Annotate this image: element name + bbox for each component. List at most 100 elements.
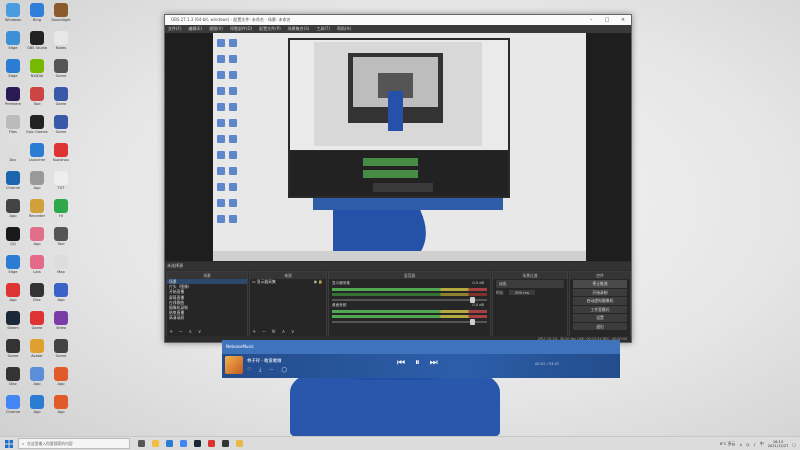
desktop-icon[interactable]: Premiere bbox=[1, 87, 25, 115]
desktop-icon[interactable]: Map bbox=[49, 255, 73, 283]
menu-help[interactable]: 帮助(H) bbox=[337, 26, 351, 32]
close-button[interactable]: × bbox=[615, 17, 631, 23]
desktop-icon[interactable]: Notes bbox=[49, 31, 73, 59]
menu-docks[interactable]: 停靠部件(D) bbox=[230, 26, 252, 32]
album-cover[interactable] bbox=[225, 356, 243, 374]
taskbar-steam-icon[interactable] bbox=[190, 437, 204, 450]
taskbar-search-box[interactable]: ⌕ 在这里输入你要搜索的内容 bbox=[18, 438, 130, 449]
notification-icon[interactable]: ▢ bbox=[792, 442, 796, 447]
desktop-icon[interactable]: Chrome bbox=[1, 171, 25, 199]
desktop-icon-label: Files bbox=[9, 130, 17, 134]
desktop-icon[interactable]: Disc bbox=[1, 367, 25, 395]
source-toolbar[interactable]: + − ⚙ ∧ ∨ bbox=[252, 329, 297, 335]
menu-profile[interactable]: 配置文件(P) bbox=[259, 26, 281, 32]
desktop-icon[interactable]: Game bbox=[1, 339, 25, 367]
studio-mode-button[interactable]: 工作室模式 bbox=[573, 305, 627, 313]
stop-streaming-button[interactable]: 停止推流 bbox=[573, 280, 627, 288]
desktop-icon[interactable]: Doc bbox=[1, 143, 25, 171]
taskbar-folder-icon[interactable] bbox=[232, 437, 246, 450]
desktop-icon[interactable]: Steam bbox=[1, 311, 25, 339]
desktop-icon[interactable]: Hi bbox=[49, 199, 73, 227]
song-title[interactable]: 林子祥 - 敢爱敢做 bbox=[247, 358, 281, 364]
desktop-icon[interactable]: Game bbox=[49, 339, 73, 367]
menu-view[interactable]: 视图(V) bbox=[209, 26, 223, 32]
menu-file[interactable]: 文件(F) bbox=[168, 26, 181, 32]
taskbar-netease-icon[interactable] bbox=[204, 437, 218, 450]
start-recording-button[interactable]: 开始录制 bbox=[573, 288, 627, 296]
taskbar-task-view-icon[interactable] bbox=[134, 437, 148, 450]
desktop-icon[interactable]: Bing bbox=[25, 3, 49, 31]
network-icon[interactable]: ⌬ bbox=[746, 442, 749, 447]
clock[interactable]: 16:13 2021/12/27 bbox=[768, 440, 789, 449]
next-icon[interactable]: ⏭ bbox=[430, 358, 448, 368]
desktop-icon[interactable]: Soundlight bbox=[49, 3, 73, 31]
maximize-button[interactable]: □ bbox=[599, 17, 615, 23]
desktop-icon-label: Edge bbox=[8, 74, 18, 78]
desktop-icon[interactable]: Edge bbox=[1, 59, 25, 87]
volume-icon[interactable]: ♪ bbox=[753, 442, 755, 447]
menu-tools[interactable]: 工具(T) bbox=[316, 26, 330, 32]
virtual-camera-button[interactable]: 启动虚拟摄像机 bbox=[573, 297, 627, 305]
taskbar-chrome-icon[interactable] bbox=[176, 437, 190, 450]
desktop-icon[interactable]: Game bbox=[49, 87, 73, 115]
desktop-icon-label: App bbox=[9, 298, 17, 302]
minimize-button[interactable]: – bbox=[583, 17, 599, 23]
volume-slider[interactable] bbox=[332, 319, 487, 325]
desktop-icon[interactable]: NVIDIA bbox=[25, 59, 49, 87]
desktop-icon[interactable]: App bbox=[25, 227, 49, 255]
desktop-icon[interactable]: App bbox=[49, 395, 73, 423]
desktop-icon[interactable]: App bbox=[25, 395, 49, 423]
desktop-icon[interactable]: Kuaishou bbox=[49, 143, 73, 171]
desktop-icon[interactable]: App bbox=[25, 367, 49, 395]
desktop-icon[interactable]: Video bbox=[49, 311, 73, 339]
desktop-icon[interactable]: App bbox=[49, 283, 73, 311]
desktop-icon[interactable]: Lala bbox=[25, 255, 49, 283]
start-button[interactable] bbox=[0, 437, 18, 450]
taskbar-obs-icon[interactable] bbox=[218, 437, 232, 450]
taskbar-edge-icon[interactable] bbox=[162, 437, 176, 450]
pause-icon[interactable]: ⏸ bbox=[415, 358, 430, 368]
exit-button[interactable]: 退出 bbox=[573, 322, 627, 330]
desktop-icon[interactable]: Game bbox=[49, 59, 73, 87]
desktop-icon[interactable]: QQ bbox=[1, 227, 25, 255]
scene-item[interactable]: 高清录屏 bbox=[167, 315, 247, 320]
weather-text[interactable]: 8°C 多云 bbox=[720, 441, 736, 447]
settings-button[interactable]: 设置 bbox=[573, 314, 627, 322]
desktop-icon[interactable]: App bbox=[1, 199, 25, 227]
transition-select[interactable]: 淡出 bbox=[496, 280, 564, 288]
desktop-icon[interactable]: App bbox=[49, 367, 73, 395]
desktop-icon[interactable]: Game bbox=[49, 115, 73, 143]
desktop-icon[interactable]: Tool bbox=[49, 227, 73, 255]
duration-input[interactable]: 300 ms bbox=[508, 289, 535, 295]
desktop-icon[interactable]: Tool bbox=[25, 87, 49, 115]
desktop-icon[interactable]: Edge bbox=[1, 31, 25, 59]
desktop-icon[interactable]: Edge bbox=[1, 255, 25, 283]
ime-indicator[interactable]: 中 bbox=[760, 441, 764, 447]
preview-area[interactable] bbox=[165, 33, 631, 261]
desktop-icon[interactable]: Launcher bbox=[25, 143, 49, 171]
desktop-icon[interactable]: Disc bbox=[25, 283, 49, 311]
desktop-icon[interactable]: Files bbox=[1, 115, 25, 143]
scene-toolbar[interactable]: + − ∧ ∨ bbox=[169, 329, 203, 335]
desktop-icon[interactable]: Chrome bbox=[1, 395, 25, 423]
tray-chevron-icon[interactable]: ∧ bbox=[739, 442, 742, 447]
desktop-icon[interactable]: App bbox=[25, 171, 49, 199]
desktop-icon-label: Game bbox=[55, 74, 67, 78]
desktop-icon[interactable]: Windows bbox=[1, 3, 25, 31]
taskbar-file-explorer-icon[interactable] bbox=[148, 437, 162, 450]
menu-scene-collection[interactable]: 场景集合(S) bbox=[288, 26, 310, 32]
song-actions[interactable]: ♡ ⤓ ⋯ ◯ bbox=[247, 367, 290, 373]
menu-edit[interactable]: 编辑(E) bbox=[188, 26, 202, 32]
desktop-icon[interactable]: TXT bbox=[49, 171, 73, 199]
desktop-icon[interactable]: Game bbox=[25, 311, 49, 339]
desktop-icon[interactable]: Recorder bbox=[25, 199, 49, 227]
desktop-icon[interactable]: Avatar bbox=[25, 339, 49, 367]
desktop-icon[interactable]: Epic Games bbox=[25, 115, 49, 143]
previous-icon[interactable]: ⏮ bbox=[397, 358, 415, 368]
desktop-icon[interactable]: OBS Studio bbox=[25, 31, 49, 59]
app-icon bbox=[54, 31, 68, 45]
desktop-icon[interactable]: App bbox=[1, 283, 25, 311]
volume-knob[interactable] bbox=[470, 319, 475, 325]
source-item[interactable]: ▭ 显示器采集 ◉ 🔒 bbox=[250, 279, 326, 284]
visibility-icon[interactable]: ◉ 🔒 bbox=[314, 279, 323, 284]
